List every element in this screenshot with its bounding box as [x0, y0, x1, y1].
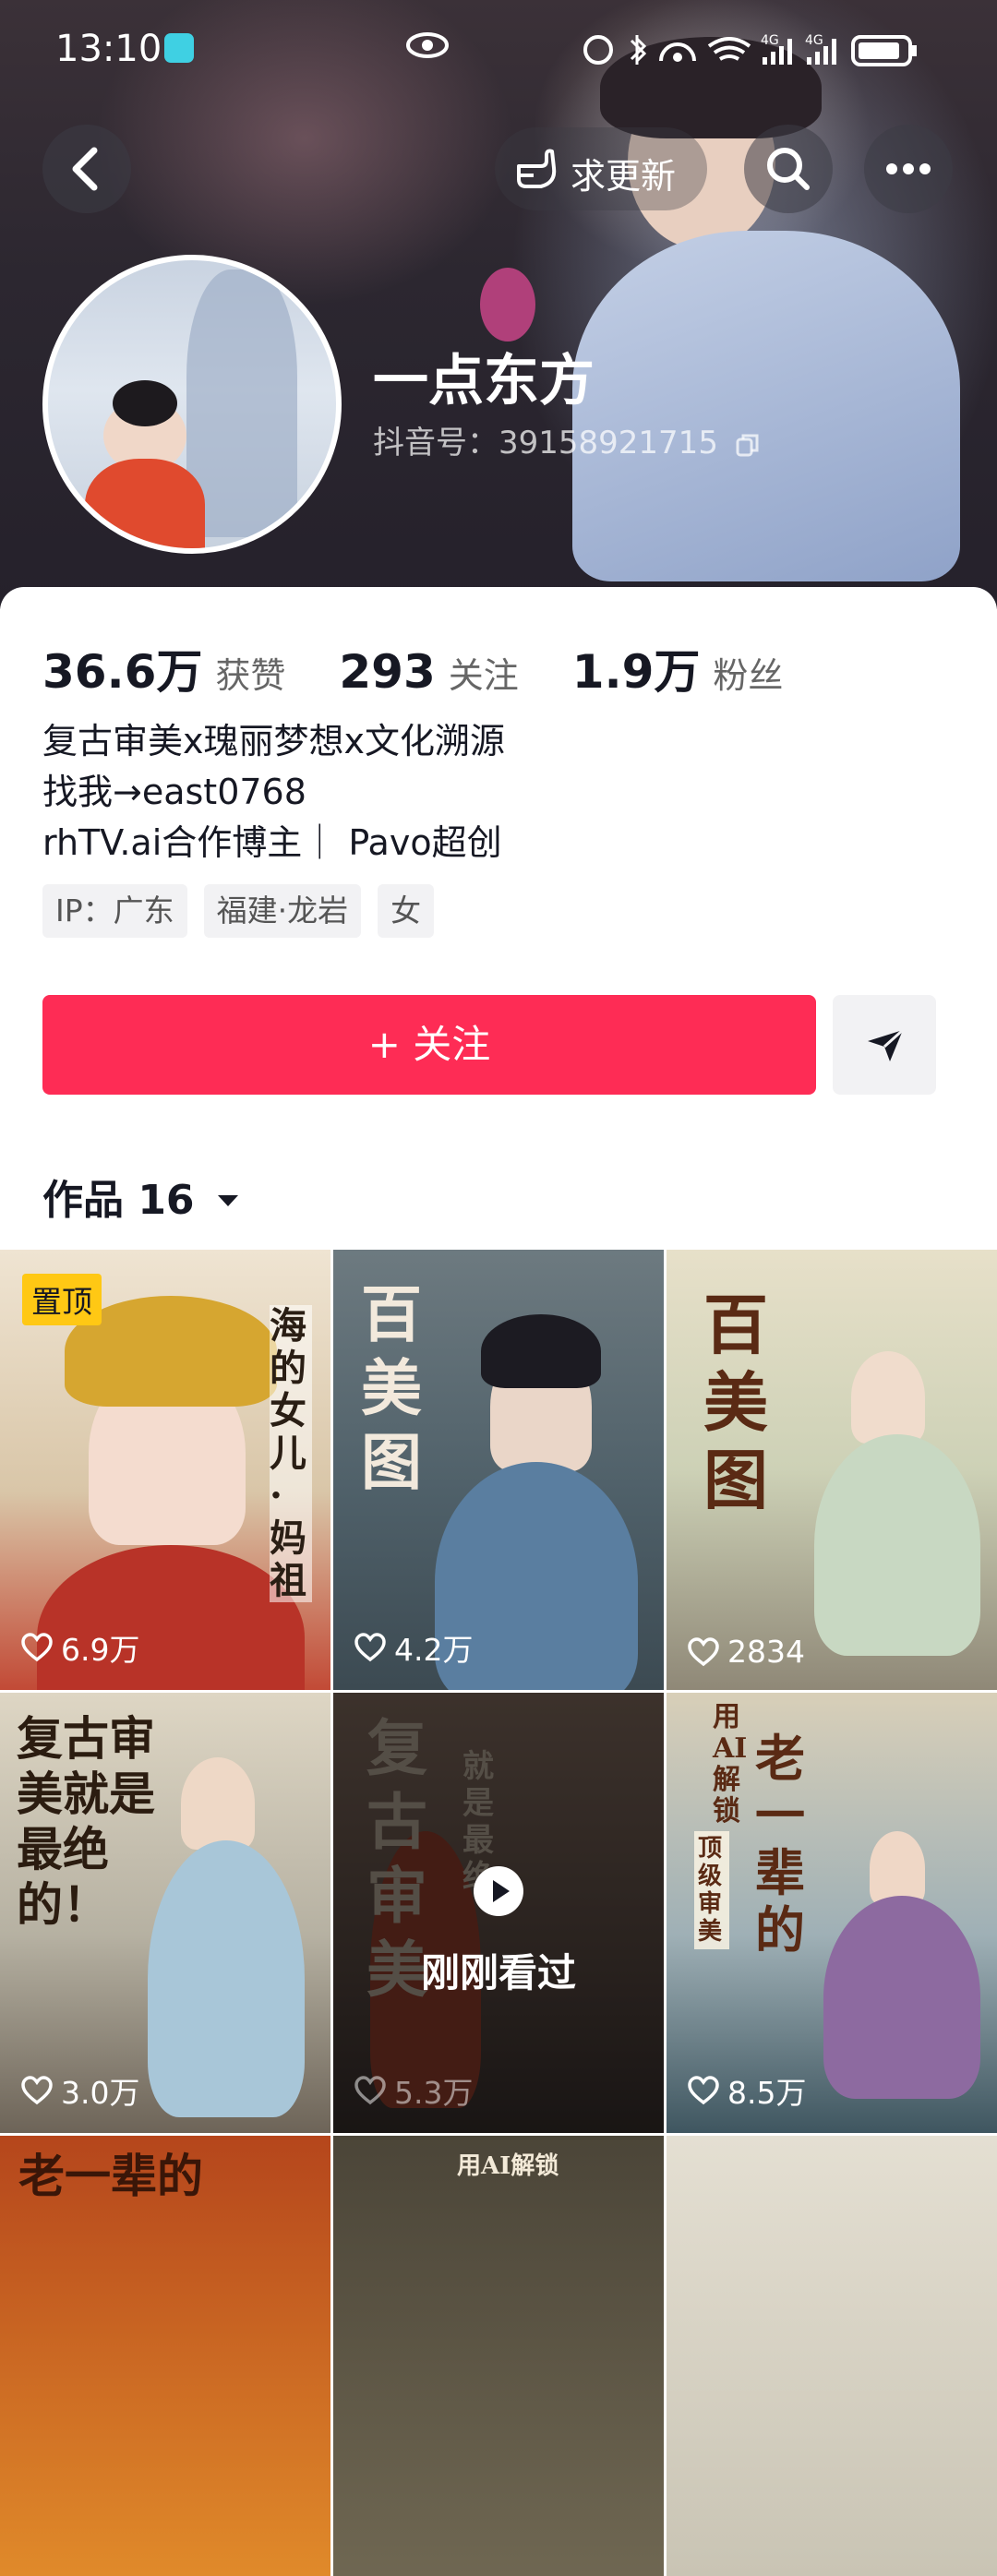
video-title: 老一辈的 — [755, 1729, 805, 1959]
stat-followers-label[interactable]: 粉丝 — [713, 647, 783, 698]
video-title: 百美图 — [703, 1287, 768, 1518]
search-button[interactable] — [744, 125, 833, 213]
system-status-icons: 4G 4G — [583, 33, 917, 66]
video-likes: 5.3万 — [354, 2068, 473, 2113]
heart-icon — [688, 2076, 719, 2105]
request-update-label: 求更新 — [571, 156, 677, 197]
video-title: 复古审美就是最绝的！ — [17, 1711, 155, 1932]
video-title: 老一辈的 — [18, 2149, 203, 2203]
video-thumbnail-hair — [481, 1314, 601, 1388]
watched-label: 刚刚看过 — [420, 1950, 576, 1995]
video-tile[interactable]: 海的女儿·妈祖 置顶 6.9万 — [0, 1250, 330, 1690]
region-tag: 福建·龙岩 — [203, 884, 362, 938]
back-button[interactable] — [42, 125, 131, 213]
heart-icon — [21, 1633, 53, 1662]
gender-tag: 女 — [378, 884, 435, 938]
copy-icon[interactable] — [734, 431, 762, 459]
video-title: 海的女儿·妈祖 — [270, 1305, 312, 1602]
video-tile[interactable]: 老一辈的 — [0, 2136, 330, 2576]
video-likes-count: 5.3万 — [394, 2075, 474, 2111]
video-thumbnail-figure — [851, 1351, 925, 1444]
caret-down-icon — [217, 1195, 238, 1206]
stat-likes-label: 获赞 — [215, 655, 286, 696]
pinned-badge: 置顶 — [22, 1274, 102, 1325]
video-tile[interactable]: 用AI解锁 — [333, 2136, 664, 2576]
stat-followers-count[interactable]: 1.9万 — [572, 635, 701, 701]
video-likes: 2834 — [687, 1634, 805, 1670]
works-tab-label: 作品 16 — [42, 1177, 195, 1224]
video-likes-count: 3.0万 — [61, 2075, 140, 2111]
avatar[interactable] — [42, 255, 342, 554]
bio-line: rhTV.ai合作博主｜ Pavo超创 — [42, 822, 502, 863]
search-icon — [767, 148, 810, 190]
video-thumbnail-figure — [870, 1831, 925, 1905]
heart-icon — [354, 2076, 386, 2105]
ip-location-tag: IP：广东 — [42, 884, 187, 938]
profile-info-sheet: 36.6万 获赞 293 关注 1.9万 粉丝 复古审美x瑰丽梦想x文化溯源 找… — [0, 587, 997, 1252]
video-likes-count: 4.2万 — [394, 1632, 474, 1668]
send-icon — [868, 1028, 905, 1061]
video-likes: 4.2万 — [354, 1625, 473, 1670]
video-tile[interactable]: 百美图 4.2万 — [333, 1250, 664, 1690]
video-tile[interactable]: 百美图 2834 — [667, 1250, 997, 1690]
svg-text:4G: 4G — [805, 33, 823, 48]
follow-button[interactable]: + 关注 — [42, 995, 816, 1095]
video-thumbnail-robe — [148, 1840, 305, 2117]
video-likes-count: 6.9万 — [61, 1632, 140, 1668]
download-icon — [164, 33, 194, 63]
heart-icon — [688, 1636, 719, 1666]
video-likes: 6.9万 — [20, 1625, 139, 1670]
status-time: 13:10 — [55, 28, 162, 70]
request-update-button[interactable]: 求更新 — [495, 127, 707, 210]
video-tile[interactable]: 复古审美就是最绝的！ 3.0万 — [0, 1693, 330, 2133]
more-options-button[interactable] — [864, 125, 953, 213]
video-tile[interactable] — [667, 2136, 997, 2576]
profile-bio: 复古审美x瑰丽梦想x文化溯源 找我→east0768 rhTV.ai合作博主｜ … — [42, 716, 505, 869]
profile-header-background: 13:10 4G 4G 求更新 一点东方 抖音号：39158921715 — [0, 0, 997, 609]
status-bar: 13:10 4G 4G — [0, 26, 997, 72]
bio-line: 复古审美x瑰丽梦想x文化溯源 — [42, 721, 505, 761]
video-thumbnail-robe — [814, 1434, 980, 1656]
bio-line: 找我→east0768 — [42, 772, 306, 812]
hand-point-icon — [517, 149, 557, 188]
video-badge: 顶级审美 — [694, 1831, 729, 1949]
svg-text:4G: 4G — [761, 33, 779, 48]
douyin-id[interactable]: 抖音号：39158921715 — [373, 417, 762, 462]
video-likes: 3.0万 — [20, 2068, 139, 2113]
video-likes-count: 2834 — [727, 1634, 805, 1670]
play-icon — [474, 1866, 523, 1916]
video-title: 百美图 — [361, 1278, 422, 1498]
more-dots-icon — [886, 163, 931, 174]
profile-stats: 36.6万 获赞 293 关注 1.9万 粉丝 — [42, 635, 836, 701]
chevron-left-icon — [72, 147, 98, 191]
profile-nickname: 一点东方 — [373, 349, 595, 413]
header-cover-image — [480, 37, 997, 591]
video-likes: 8.5万 — [687, 2068, 806, 2113]
stat-following-count[interactable]: 293 — [339, 645, 435, 699]
video-subtitle: 用AI解锁 — [713, 1701, 748, 1827]
video-title: 用AI解锁 — [457, 2152, 559, 2180]
profile-tags: IP：广东 福建·龙岩 女 — [42, 884, 450, 938]
video-likes-count: 8.5万 — [727, 2075, 807, 2111]
video-tile[interactable]: 用AI解锁 老一辈的 顶级审美 8.5万 — [667, 1693, 997, 2133]
share-button[interactable] — [833, 995, 936, 1095]
heart-icon — [354, 1633, 386, 1662]
video-thumbnail-figure — [181, 1757, 255, 1850]
works-tab[interactable]: 作品 16 — [42, 1167, 242, 1226]
video-thumbnail-robe — [823, 1896, 980, 2099]
stat-likes-count: 36.6万 — [42, 645, 203, 699]
video-tile[interactable]: 复古审美 就是最绝 刚刚看过 5.3万 — [333, 1693, 664, 2133]
stat-following-label[interactable]: 关注 — [449, 647, 519, 698]
eye-icon — [406, 32, 449, 58]
heart-icon — [21, 2076, 53, 2105]
douyin-id-text: 抖音号：39158921715 — [373, 425, 718, 461]
